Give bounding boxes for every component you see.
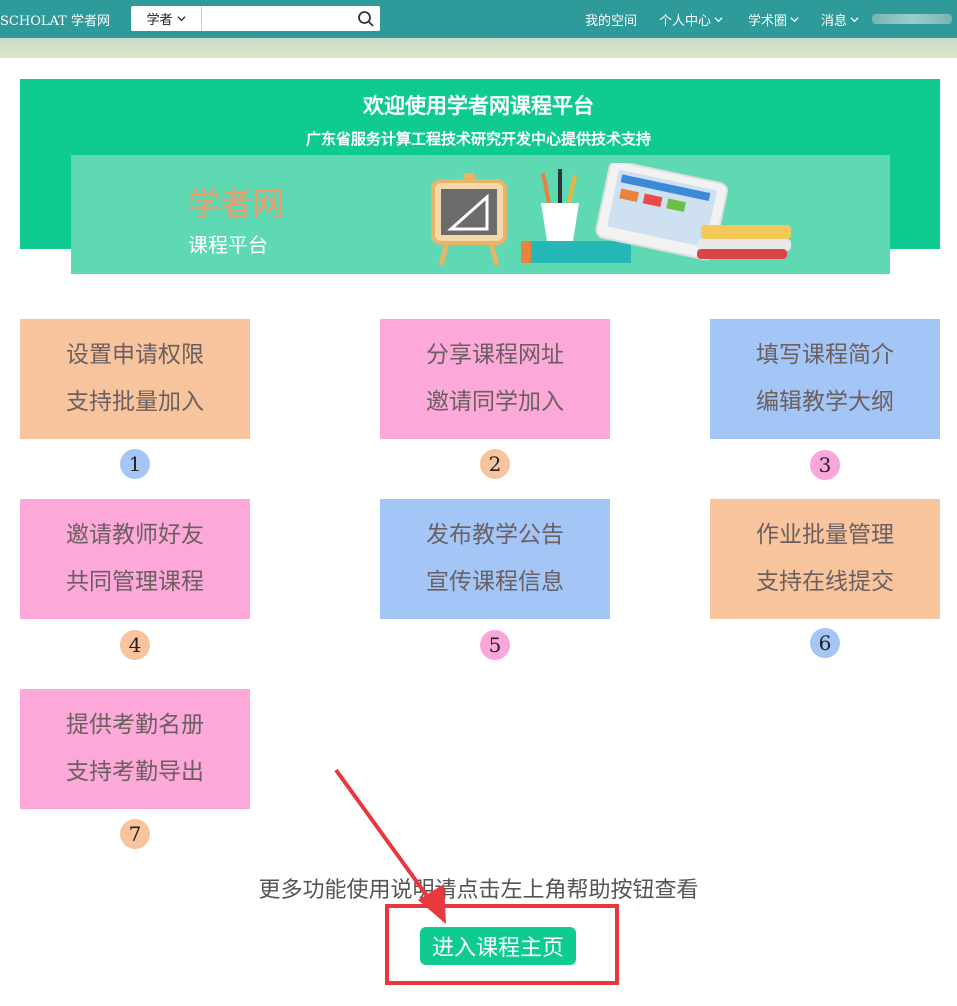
logo-subtext: 课程平台 (188, 233, 268, 257)
feature-card-7: 提供考勤名册 支持考勤导出 (20, 689, 250, 809)
feature-card-6: 作业批量管理 支持在线提交 (710, 499, 940, 619)
nav-personal-center[interactable]: 个人中心 (659, 0, 723, 38)
feature-6-line2: 支持在线提交 (756, 569, 894, 595)
banner-subtitle: 广东省服务计算工程技术研究开发中心提供技术支持 (305, 130, 651, 148)
feature-3-number: 3 (810, 450, 840, 480)
chevron-down-icon (790, 16, 799, 22)
nav-my-space-label: 我的空间 (585, 13, 638, 29)
feature-2-number: 2 (480, 449, 510, 479)
feature-1-line1: 设置申请权限 (66, 342, 204, 368)
feature-7-number: 7 (120, 819, 150, 849)
feature-4-line2: 共同管理课程 (66, 569, 204, 595)
search-scope-select[interactable]: 学者 (131, 6, 202, 31)
feature-7-line1: 提供考勤名册 (66, 712, 204, 738)
top-navbar: SCHOLAT 学者网 学者 我的空间 个人中心 学术圈 消息 (0, 0, 957, 38)
nav-messages[interactable]: 消息 (821, 0, 859, 38)
search-icon[interactable] (356, 9, 376, 29)
feature-3-line2: 编辑教学大纲 (756, 389, 894, 415)
feature-3-line1: 填写课程简介 (756, 342, 894, 368)
feature-card-4: 邀请教师好友 共同管理课程 (20, 499, 250, 619)
chevron-down-icon (714, 16, 723, 22)
feature-1-number: 1 (120, 449, 150, 479)
logo-text: 学者网 (188, 185, 285, 223)
search-scope-label: 学者 (146, 13, 173, 28)
feature-6-line1: 作业批量管理 (756, 522, 894, 548)
search-input[interactable] (203, 6, 361, 31)
feature-4-line1: 邀请教师好友 (66, 522, 204, 548)
site-brand[interactable]: SCHOLAT 学者网 (0, 10, 110, 29)
banner-illustration: 学者网 课程平台 (71, 155, 890, 274)
education-illustration-icon (431, 163, 791, 266)
banner-title: 欢迎使用学者网课程平台 (363, 94, 594, 118)
feature-card-1: 设置申请权限 支持批量加入 (20, 319, 250, 439)
feature-7-line2: 支持考勤导出 (66, 759, 204, 785)
nav-personal-center-label: 个人中心 (659, 13, 712, 29)
annotation-highlight-box (385, 904, 619, 985)
chevron-down-icon (176, 16, 186, 22)
feature-5-number: 5 (480, 630, 510, 660)
feature-card-3: 填写课程简介 编辑教学大纲 (710, 319, 940, 439)
feature-2-line1: 分享课程网址 (426, 342, 564, 368)
user-menu-blurred[interactable] (872, 14, 952, 24)
more-features-hint: 更多功能使用说明请点击左上角帮助按钮查看 (258, 878, 699, 903)
nav-messages-label: 消息 (821, 13, 848, 29)
feature-card-5: 发布教学公告 宣传课程信息 (380, 499, 610, 619)
feature-4-number: 4 (120, 630, 150, 660)
chevron-down-icon (850, 16, 859, 22)
nav-academic-circle[interactable]: 学术圈 (748, 0, 799, 38)
decorative-strip (0, 38, 957, 58)
feature-2-line2: 邀请同学加入 (426, 389, 564, 415)
feature-card-2: 分享课程网址 邀请同学加入 (380, 319, 610, 439)
search-bar: 学者 (131, 6, 380, 31)
feature-5-line2: 宣传课程信息 (426, 569, 564, 595)
feature-5-line1: 发布教学公告 (426, 522, 564, 548)
nav-academic-circle-label: 学术圈 (748, 13, 788, 29)
feature-6-number: 6 (810, 628, 840, 658)
nav-my-space[interactable]: 我的空间 (585, 0, 637, 38)
feature-1-line2: 支持批量加入 (66, 389, 204, 415)
